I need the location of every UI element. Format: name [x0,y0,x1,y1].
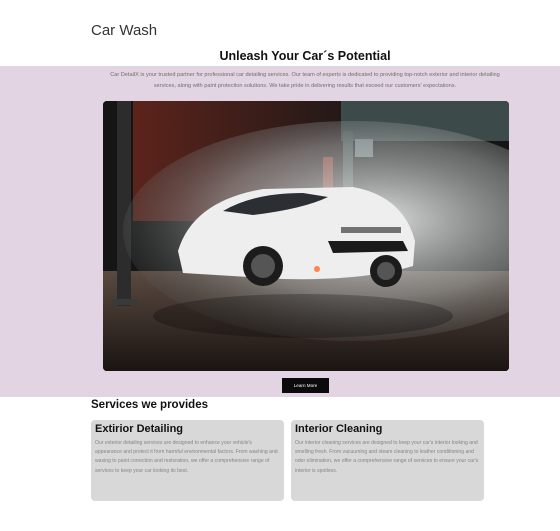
site-title: Car Wash [91,22,158,39]
services-heading: Services we provides [91,399,208,411]
learn-more-button[interactable]: Learn More [282,378,329,393]
hero-heading: Unleash Your Car´s Potential [219,49,391,63]
service-card-title: Interior Cleaning [295,423,383,435]
service-card-exterior: Extirior Detailing Our exterior detailin… [91,420,284,501]
hero-intro-text: Car DetailX is your trusted partner for … [110,72,500,89]
hero-car-image [103,101,509,371]
service-card-description: Our exterior detailing services are desi… [95,440,278,474]
service-card-interior: Interior Cleaning Our interior cleaning … [291,420,484,501]
service-card-title: Extirior Detailing [95,423,184,435]
service-card-description: Our interior cleaning services are desig… [295,440,479,474]
